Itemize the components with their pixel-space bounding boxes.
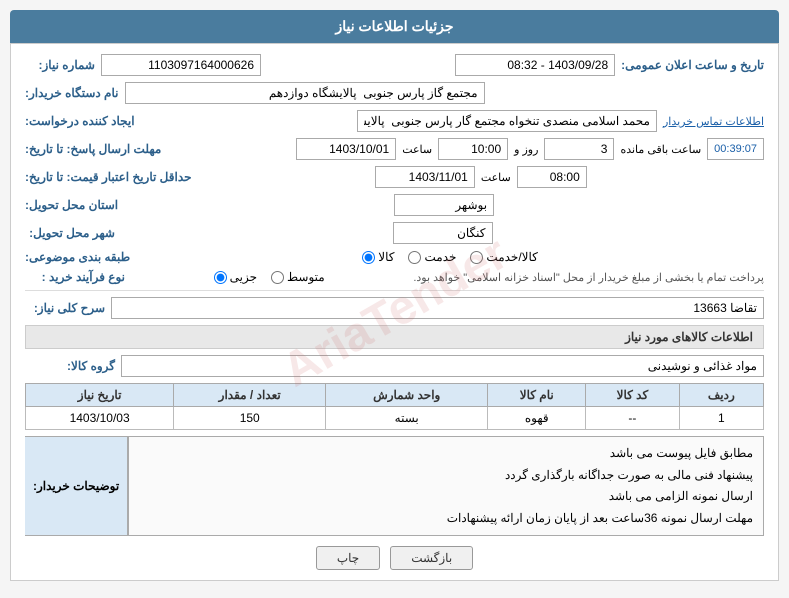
col-vahed: واحد شمارش [326, 384, 488, 407]
notes-line: مهلت ارسال نمونه 36ساعت بعد از پایان زما… [139, 508, 753, 530]
tabagheh-label: طبقه بندی موضوعی: [25, 250, 130, 264]
gorohe-kala-input[interactable] [121, 355, 764, 377]
ettelaat-header: اطلاعات کالاهای مورد نیاز [25, 325, 764, 349]
row-shahr: شهر محل تحویل: [25, 222, 764, 244]
notes-line: پیشنهاد فنی مالی به صورت جداگانه بارگذار… [139, 465, 753, 487]
ettelaat-tamas-link[interactable]: اطلاعات تماس خریدار [663, 115, 764, 128]
radio-motavasset-input[interactable] [271, 271, 284, 284]
khadamat-label: خدمت [424, 250, 456, 264]
col-radif: ردیف [679, 384, 763, 407]
page-title: جزئیات اطلاعات نیاز [335, 18, 453, 34]
sarh-koli-input[interactable] [111, 297, 764, 319]
sarh-koli-label: سرح کلی نیاز: [25, 301, 105, 315]
shahr-input[interactable] [393, 222, 493, 244]
hadaghal-date-input[interactable] [375, 166, 475, 188]
tabagheh-radio-group: کالا/خدمت خدمت کالا [362, 250, 538, 264]
mohlat-saat-label: ساعت [402, 143, 432, 156]
mohlat-date-input[interactable] [296, 138, 396, 160]
radio-jozii[interactable]: جزیی [214, 270, 257, 284]
notes-label: توضیحات خریدار: [25, 436, 128, 536]
radio-kala-khadamat[interactable]: کالا/خدمت [470, 250, 537, 264]
kala-label: کالا [378, 250, 394, 264]
radio-kala[interactable]: کالا [362, 250, 394, 264]
back-button[interactable]: بازگشت [390, 546, 473, 570]
divider1 [25, 290, 764, 291]
nam-dastgah-input[interactable] [125, 82, 485, 104]
radio-khadamat-input[interactable] [408, 251, 421, 264]
table-cell-3: بسته [326, 407, 488, 430]
shomara-input[interactable] [101, 54, 261, 76]
col-tarikh: تاریخ نیاز [26, 384, 174, 407]
tarikh-label: تاریخ و ساعت اعلان عمومی: [621, 58, 764, 72]
kala-table: ردیف کد کالا نام کالا واحد شمارش تعداد /… [25, 383, 764, 430]
shahr-label: شهر محل تحویل: [25, 226, 115, 240]
noe-radio-group: متوسط جزیی [214, 270, 325, 284]
radio-motavasset[interactable]: متوسط [271, 270, 325, 284]
baqi-value: 00:39:07 [707, 138, 764, 160]
col-kod-kala: کد کالا [586, 384, 679, 407]
radio-kala-khadamat-input[interactable] [470, 251, 483, 264]
baqi-saat-label: ساعت باقی مانده [620, 143, 701, 156]
print-button[interactable]: چاپ [316, 546, 380, 570]
table-cell-0: 1 [679, 407, 763, 430]
notes-line: مطابق فایل پیوست می باشد [139, 443, 753, 465]
kala-khadamat-label: کالا/خدمت [486, 250, 537, 264]
mohlat-saat-input[interactable] [438, 138, 508, 160]
page-header: جزئیات اطلاعات نیاز [10, 10, 779, 43]
hadaghal-saat-input[interactable] [517, 166, 587, 188]
button-row: بازگشت چاپ [25, 546, 764, 570]
ostan-label: استان محل تحویل: [25, 198, 118, 212]
notes-line: ارسال نمونه الزامی می باشد [139, 486, 753, 508]
table-cell-5: 1403/10/03 [26, 407, 174, 430]
radio-khadamat[interactable]: خدمت [408, 250, 456, 264]
row-hadaghal: ساعت حداقل تاریخ اعتبار قیمت: تا تاریخ: [25, 166, 764, 188]
notes-content: مطابق فایل پیوست می باشدپیشنهاد فنی مالی… [128, 436, 764, 536]
ijad-konande-label: ایجاد کننده درخواست: [25, 114, 135, 128]
row-gorohe-kala: گروه کالا: [25, 355, 764, 377]
col-tedad: تعداد / مقدار [174, 384, 326, 407]
rooz-input[interactable] [544, 138, 614, 160]
gorohe-kala-label: گروه کالا: [25, 359, 115, 373]
row-tabagheh: کالا/خدمت خدمت کالا طبقه بندی موضوعی: [25, 250, 764, 264]
noe-description: پرداخت تمام یا بخشی از مبلغ خریدار از مح… [413, 271, 764, 284]
row-noe-farayand: پرداخت تمام یا بخشی از مبلغ خریدار از مح… [25, 270, 764, 284]
row-shomara: تاریخ و ساعت اعلان عمومی: شماره نیاز: [25, 54, 764, 76]
table-cell-4: 150 [174, 407, 326, 430]
col-nam-kala: نام کالا [488, 384, 586, 407]
motavasset-label: متوسط [287, 270, 325, 284]
jozii-label: جزیی [230, 270, 257, 284]
row-ijad-konande: اطلاعات تماس خریدار ایجاد کننده درخواست: [25, 110, 764, 132]
tarikh-input[interactable] [455, 54, 615, 76]
table-cell-2: قهوه [488, 407, 586, 430]
shomara-label: شماره نیاز: [25, 58, 95, 72]
table-cell-1: -- [586, 407, 679, 430]
hadaghal-saat-label: ساعت [481, 171, 511, 184]
rooz-label: روز و [514, 143, 538, 156]
row-ostan: استان محل تحویل: [25, 194, 764, 216]
row-mohlat: 00:39:07 ساعت باقی مانده روز و ساعت مهلت… [25, 138, 764, 160]
radio-jozii-input[interactable] [214, 271, 227, 284]
ostan-input[interactable] [394, 194, 494, 216]
ijad-konande-input[interactable] [357, 110, 657, 132]
row-nam-dastgah: نام دستگاه خریدار: [25, 82, 764, 104]
hadaghal-label: حداقل تاریخ اعتبار قیمت: تا تاریخ: [25, 170, 192, 184]
mohlat-label: مهلت ارسال پاسخ: تا تاریخ: [25, 142, 161, 156]
noe-farayand-label: نوع فرآیند خرید : [25, 270, 125, 284]
notes-section: مطابق فایل پیوست می باشدپیشنهاد فنی مالی… [25, 436, 764, 536]
row-sarh-koli: سرح کلی نیاز: [25, 297, 764, 319]
nam-dastgah-label: نام دستگاه خریدار: [25, 86, 119, 100]
radio-kala-input[interactable] [362, 251, 375, 264]
table-row: 1--قهوهبسته1501403/10/03 [26, 407, 764, 430]
